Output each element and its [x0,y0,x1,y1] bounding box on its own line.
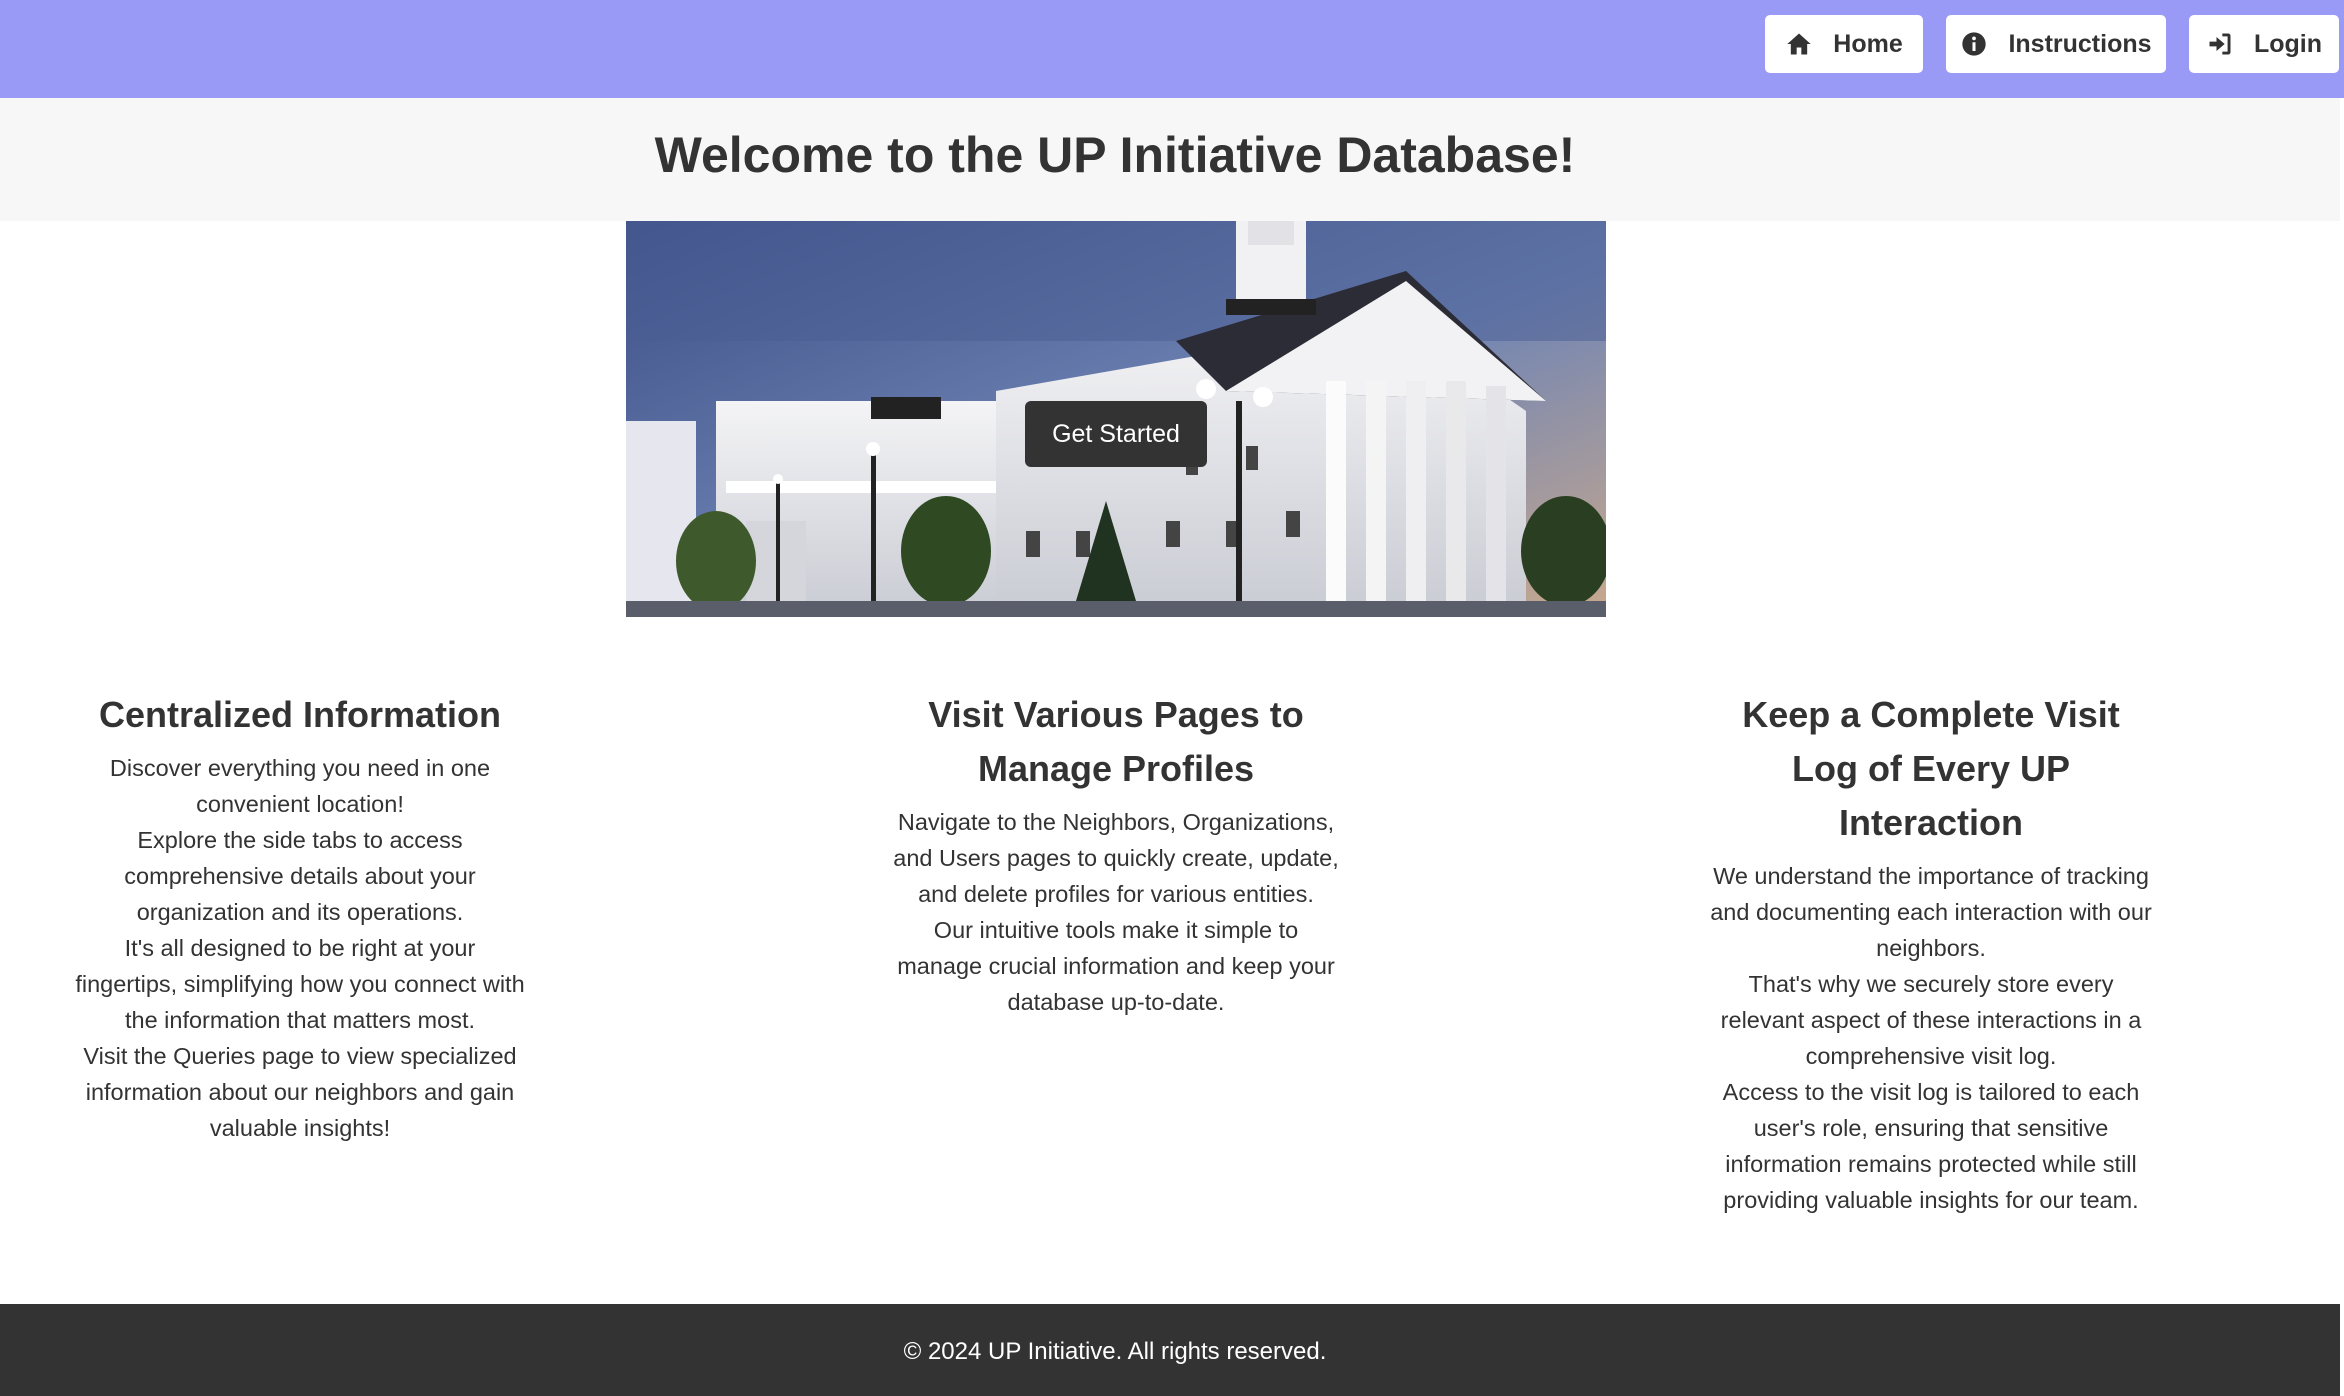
footer-copyright: © 2024 UP Initiative. All rights reserve… [903,1338,1327,1365]
instructions-button[interactable]: Instructions [1946,15,2166,73]
home-button-label: Home [1833,29,1903,58]
feature-visit-log: Keep a Complete Visit Log of Every UP In… [1706,688,2156,1218]
login-button-label: Login [2253,29,2323,58]
feature-centralized-information: Centralized Information Discover everyth… [75,688,525,1146]
page-title: Welcome to the UP Initiative Database! [654,127,1576,183]
feature-manage-profiles: Visit Various Pages to Manage Profiles N… [891,688,1341,1020]
home-icon [1785,30,1813,58]
get-started-button[interactable]: Get Started [1025,401,1207,467]
feature-description: Navigate to the Neighbors, Organizations… [893,809,1339,1015]
top-navbar: Home Instructions Login [0,0,2344,98]
info-circle-icon [1960,30,1988,58]
feature-title: Centralized Information [98,694,502,735]
feature-description: Discover everything you need in one conv… [75,755,525,1141]
feature-title: Keep a Complete Visit Log of Every UP In… [1742,694,2120,843]
feature-description: We understand the importance of tracking… [1710,863,2152,1213]
sign-in-icon [2206,30,2234,58]
login-button[interactable]: Login [2189,15,2339,73]
home-button[interactable]: Home [1765,15,1923,73]
feature-title: Visit Various Pages to Manage Profiles [928,694,1304,789]
instructions-button-label: Instructions [2008,29,2152,58]
